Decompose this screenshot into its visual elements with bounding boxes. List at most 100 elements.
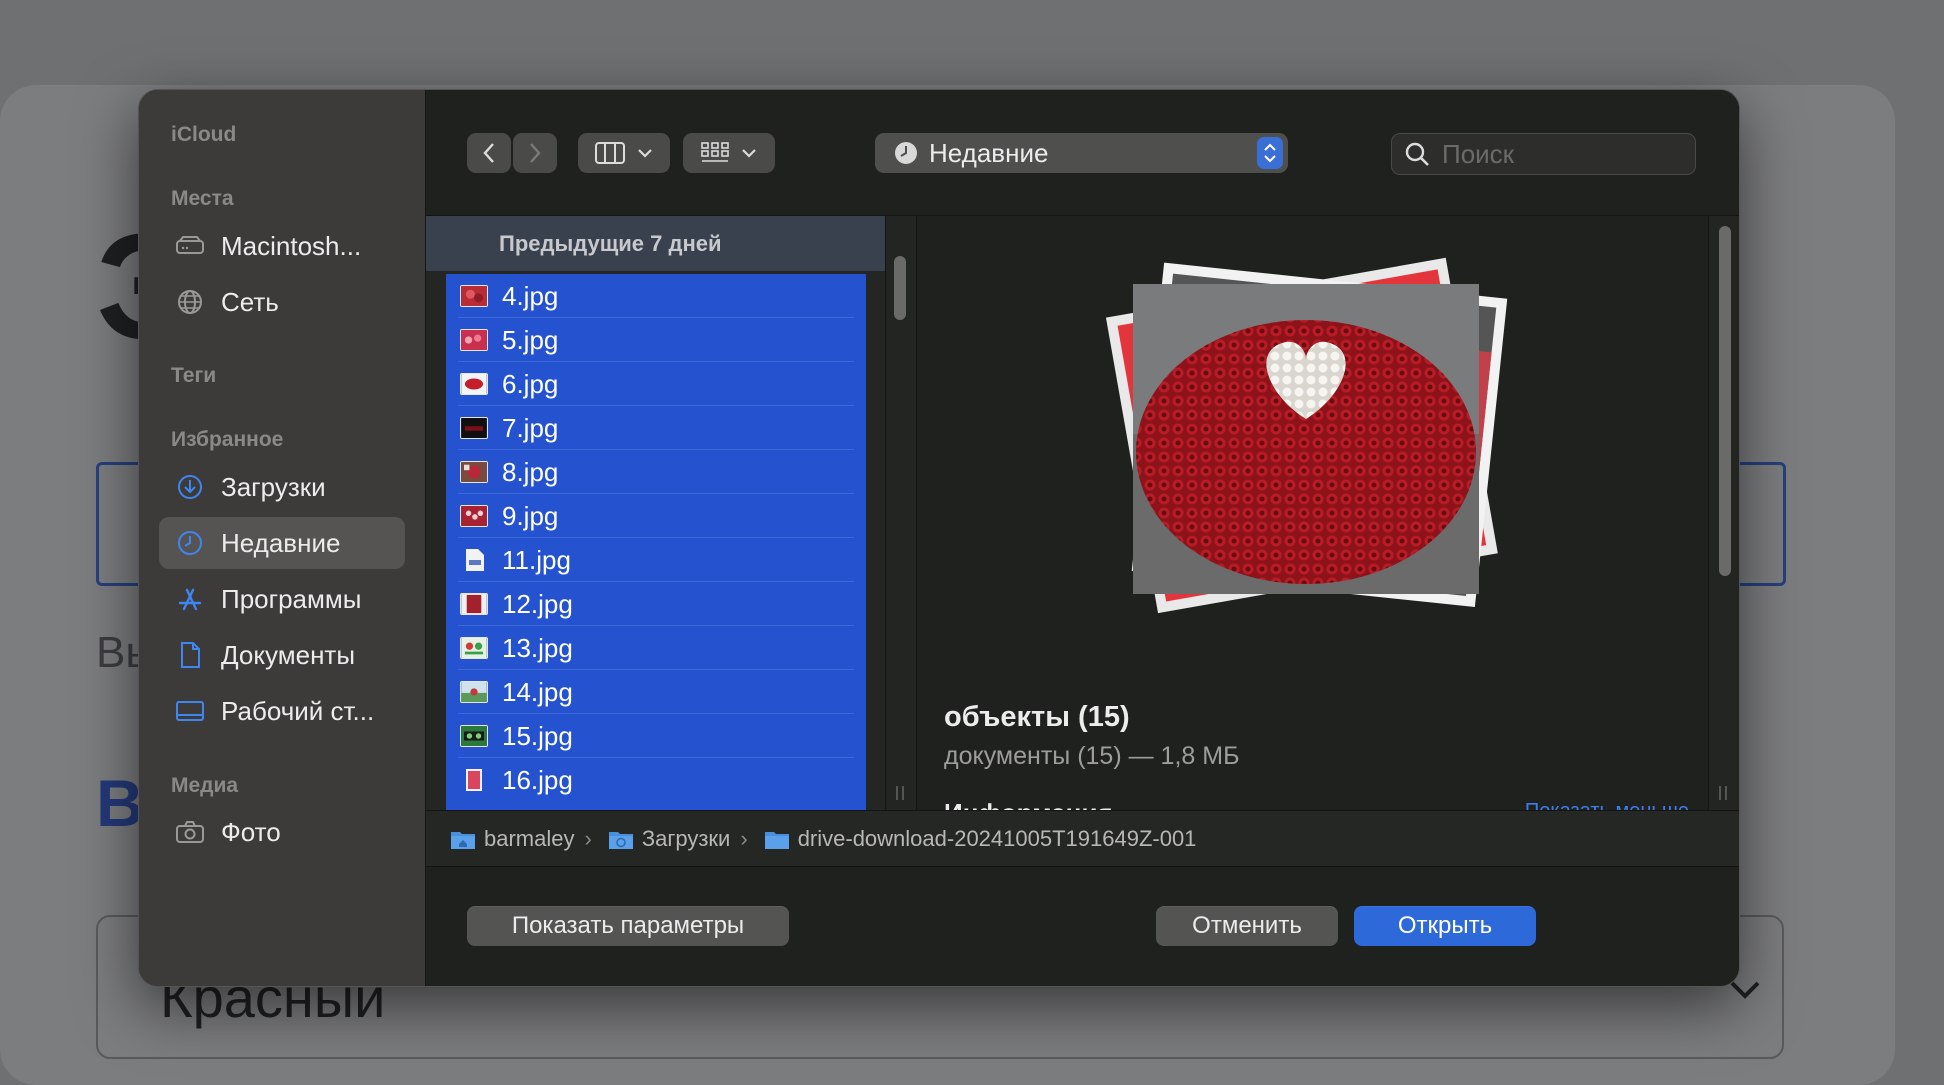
- sidebar-item-applications[interactable]: Программы: [159, 573, 405, 625]
- file-column[interactable]: Предыдущие 7 дней 4.jpg 5.jpg 6.jpg 7.jp…: [426, 216, 917, 810]
- group-options-button[interactable]: [683, 133, 775, 173]
- file-name: 12.jpg: [502, 588, 573, 619]
- file-name: 13.jpg: [502, 632, 573, 663]
- sidebar-item-label: Сеть: [221, 286, 279, 317]
- clock-icon: [175, 528, 205, 558]
- hard-drive-icon: [175, 231, 205, 261]
- search-input[interactable]: [1440, 137, 1674, 171]
- column-resize-handle[interactable]: [896, 786, 904, 800]
- location-popup[interactable]: Недавние: [875, 133, 1288, 173]
- file-row[interactable]: 5.jpg: [446, 318, 866, 362]
- location-label: Недавние: [929, 137, 1049, 168]
- file-row[interactable]: 11.jpg: [446, 538, 866, 582]
- file-row[interactable]: 4.jpg: [446, 274, 866, 318]
- image-thumbnail-icon: [460, 461, 488, 483]
- columns-view-icon: [595, 142, 625, 164]
- file-name: 6.jpg: [502, 368, 559, 399]
- chevron-left-icon: [483, 143, 494, 163]
- home-folder-icon: [451, 831, 475, 849]
- file-row[interactable]: 6.jpg: [446, 362, 866, 406]
- sidebar-item-photos[interactable]: Фото: [159, 806, 405, 858]
- preview-title: объекты (15): [944, 701, 1130, 733]
- file-name: 7.jpg: [502, 412, 559, 443]
- file-row[interactable]: 13.jpg: [446, 626, 866, 670]
- back-button[interactable]: [467, 133, 511, 173]
- image-thumbnail-icon: [460, 593, 488, 615]
- folder-icon: [764, 831, 789, 849]
- image-thumbnail-icon: [460, 373, 488, 395]
- sidebar-section-tags: Теги: [171, 364, 217, 387]
- image-thumbnail-icon: [460, 417, 488, 439]
- show-options-button[interactable]: Показать параметры: [467, 906, 789, 946]
- network-globe-icon: [175, 287, 205, 317]
- breadcrumb-downloads[interactable]: Загрузки ›: [608, 826, 748, 852]
- sidebar-item-network[interactable]: Сеть: [159, 276, 405, 328]
- file-list[interactable]: 4.jpg 5.jpg 6.jpg 7.jpg 8.jpg 9.jpg 11.j…: [446, 274, 866, 810]
- breadcrumb-label: drive-download-20241005T191649Z-001: [797, 825, 1197, 851]
- show-less-link[interactable]: Показать меньше: [1525, 800, 1689, 810]
- breadcrumb-home[interactable]: barmaley ›: [450, 826, 592, 852]
- sidebar-item-downloads[interactable]: Загрузки: [159, 461, 405, 513]
- forward-button[interactable]: [513, 133, 557, 173]
- column-scrollbar[interactable]: [885, 216, 917, 810]
- preview-pane: объекты (15) документы (15) — 1,8 МБ Инф…: [916, 216, 1709, 810]
- sidebar-section-places: Места: [171, 187, 234, 210]
- image-thumbnail-icon: [460, 505, 488, 527]
- download-icon: [175, 472, 205, 502]
- file-name: 8.jpg: [502, 456, 559, 487]
- breadcrumb-folder[interactable]: drive-download-20241005T191649Z-001: [764, 825, 1197, 852]
- sidebar-item-documents[interactable]: Документы: [159, 629, 405, 681]
- file-name: 4.jpg: [502, 280, 559, 311]
- sidebar-item-label: Программы: [221, 583, 362, 614]
- up-down-chevron-icon: [1264, 143, 1276, 163]
- sidebar-section-media: Медиа: [171, 774, 239, 797]
- sidebar-item-recents[interactable]: Недавние: [159, 517, 405, 569]
- open-file-dialog: iCloud Места Macintosh... Сеть Теги Избр…: [138, 89, 1740, 987]
- image-thumbnail-icon: [460, 725, 488, 747]
- sidebar-item-label: Недавние: [221, 527, 341, 558]
- image-stack-preview: [1105, 257, 1508, 614]
- file-name: 9.jpg: [502, 500, 559, 531]
- cancel-button[interactable]: Отменить: [1156, 906, 1338, 946]
- main-pane: Недавние Предыдущие 7 дней 4.jpg: [426, 90, 1739, 986]
- camera-icon: [175, 817, 205, 847]
- sidebar-item-label: Рабочий ст...: [221, 695, 375, 726]
- sidebar-section-favorites: Избранное: [171, 428, 284, 451]
- file-row[interactable]: 7.jpg: [446, 406, 866, 450]
- sidebar-item-macintosh[interactable]: Macintosh...: [159, 220, 405, 272]
- background-section-title: В: [96, 766, 144, 840]
- search-field[interactable]: [1391, 133, 1696, 175]
- document-thumbnail-icon: [466, 549, 484, 571]
- preview-resize-handle[interactable]: [1719, 786, 1727, 800]
- sidebar-item-desktop[interactable]: Рабочий ст...: [159, 685, 405, 737]
- sidebar-item-label: Документы: [221, 639, 356, 670]
- sidebar-section-icloud: iCloud: [171, 123, 237, 146]
- group-header: Предыдущие 7 дней: [426, 216, 885, 271]
- open-button[interactable]: Открыть: [1354, 906, 1536, 946]
- file-row[interactable]: 16.jpg: [446, 758, 866, 802]
- image-thumbnail-icon: [460, 681, 488, 703]
- file-row[interactable]: 9.jpg: [446, 494, 866, 538]
- image-thumbnail-icon: [460, 285, 488, 307]
- file-name: 5.jpg: [502, 324, 559, 355]
- popup-stepper: [1257, 137, 1283, 169]
- file-name: 16.jpg: [502, 764, 573, 795]
- preview-scrollbar[interactable]: [1708, 216, 1739, 810]
- view-columns-button[interactable]: [578, 133, 670, 173]
- file-row[interactable]: 15.jpg: [446, 714, 866, 758]
- file-row[interactable]: 8.jpg: [446, 450, 866, 494]
- scrollbar-thumb[interactable]: [1719, 226, 1731, 576]
- sidebar-item-label: Macintosh...: [221, 230, 362, 261]
- file-name: 11.jpg: [502, 544, 571, 575]
- clock-icon: [895, 142, 917, 164]
- chevron-right-icon: ›: [584, 825, 592, 851]
- preview-info-heading: Информация: [944, 798, 1113, 810]
- scrollbar-thumb[interactable]: [894, 256, 906, 320]
- file-row[interactable]: 12.jpg: [446, 582, 866, 626]
- sidebar-item-label: Фото: [221, 816, 281, 847]
- image-thumbnail-icon: [460, 329, 488, 351]
- file-row[interactable]: 14.jpg: [446, 670, 866, 714]
- chevron-down-icon: [638, 149, 652, 158]
- sidebar: iCloud Места Macintosh... Сеть Теги Избр…: [139, 90, 426, 986]
- grid-view-icon: [701, 142, 729, 162]
